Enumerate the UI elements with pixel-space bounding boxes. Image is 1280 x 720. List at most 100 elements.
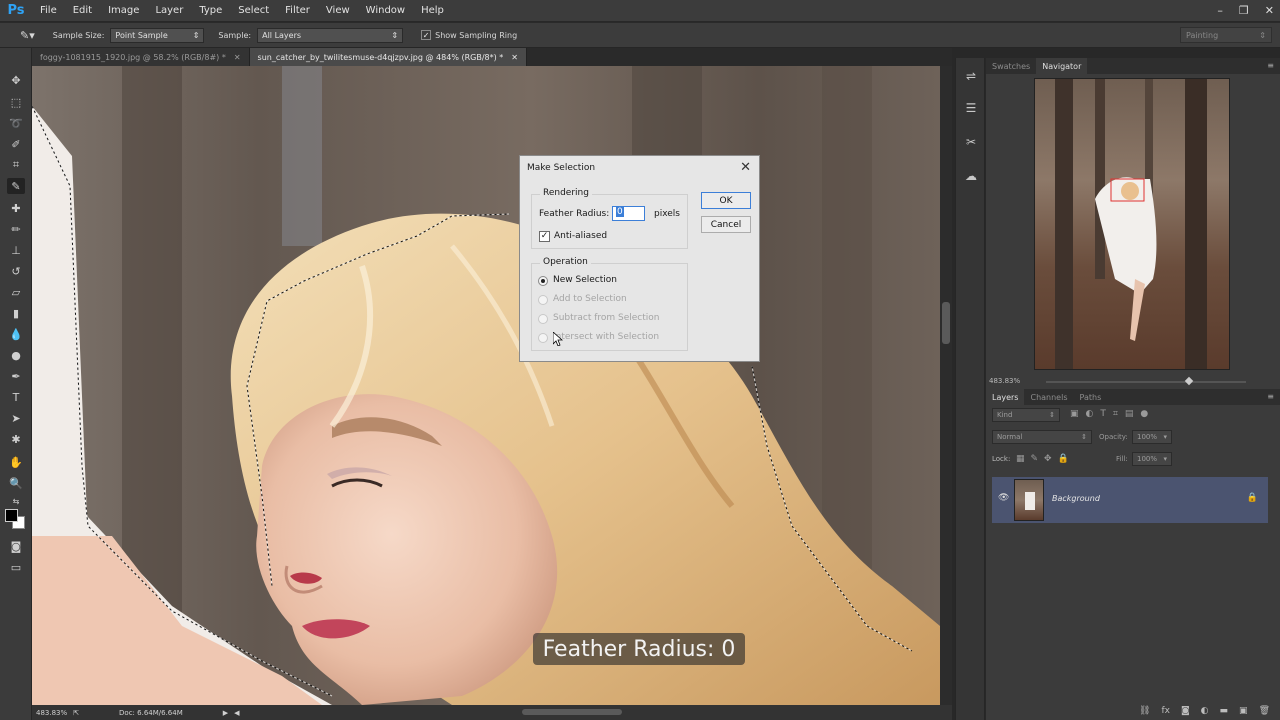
anti-aliased-checkbox[interactable]: ✓ [539,231,550,242]
zoom-tool-icon[interactable]: 🔍 [7,475,25,491]
menu-file[interactable]: File [32,5,65,16]
path-selection-tool-icon[interactable]: ➤ [7,410,25,426]
subtract-from-selection-radio[interactable] [538,314,548,324]
show-sampling-ring-checkbox[interactable]: ✓ [421,30,432,40]
menu-edit[interactable]: Edit [65,5,100,16]
menu-help[interactable]: Help [413,5,452,16]
workspace-switcher[interactable]: Painting ⇕ [1180,27,1272,43]
add-to-selection-radio[interactable] [538,295,548,305]
screen-mode-icon[interactable]: ▭ [7,559,25,575]
menu-filter[interactable]: Filter [277,5,318,16]
eyedropper-tool-preset-icon[interactable]: ✎▾ [20,29,35,42]
vertical-scrollbar[interactable] [940,66,952,705]
foreground-color-swatch[interactable] [5,509,18,522]
new-group-icon[interactable]: ▬ [1220,706,1229,720]
hand-tool-icon[interactable]: ✋ [7,454,25,470]
blend-mode-select[interactable]: Normal ⇕ [992,430,1092,444]
doc-size[interactable]: Doc: 6.64M/6.64M [119,709,183,717]
navigator-tabs: Swatches Navigator ≡ [986,58,1280,74]
zoom-readout[interactable]: 483.83% [36,709,67,717]
menu-window[interactable]: Window [358,5,413,16]
navigator-zoom-slider[interactable] [1046,376,1246,386]
tab-foggy[interactable]: foggy-1081915_1920.jpg @ 58.2% (RGB/8#) … [32,48,250,66]
menu-image[interactable]: Image [100,5,147,16]
layer-row-background[interactable]: 👁 Background 🔒 [992,477,1268,523]
horizontal-scrollbar-thumb[interactable] [522,709,622,715]
adjustment-layer-icon[interactable]: ◐ [1201,706,1209,720]
rendering-title: Rendering [540,188,592,198]
panel-menu-icon[interactable]: ≡ [1267,392,1274,401]
marquee-tool-icon[interactable]: ⬚ [7,94,25,110]
document-canvas[interactable]: Feather Radius: 0 [32,66,940,705]
navigator-preview[interactable] [1034,78,1230,370]
clone-stamp-tool-icon[interactable]: ⊥ [7,242,25,258]
tab-swatches[interactable]: Swatches [986,58,1036,74]
quick-selection-tool-icon[interactable]: ✐ [7,136,25,152]
export-icon[interactable]: ⇱ [73,709,79,717]
crop-tool-icon[interactable]: ⌗ [7,157,25,173]
new-layer-icon[interactable]: ▣ [1239,706,1248,720]
dodge-tool-icon[interactable]: ● [7,347,25,363]
delete-layer-icon[interactable]: 🗑 [1259,706,1270,720]
restore-button[interactable]: ❐ [1239,4,1249,17]
status-menu-arrow-icon[interactable]: ▶ [223,709,228,717]
sample-select[interactable]: All Layers ⇕ [257,27,404,43]
new-selection-radio[interactable] [538,276,548,286]
eyedropper-tool-icon[interactable]: ✎ [7,178,25,194]
scrollbar-thumb[interactable] [942,302,950,344]
lasso-tool-icon[interactable]: ➰ [7,115,25,131]
fill-input[interactable]: 100% ▾ [1132,452,1172,466]
add-mask-icon[interactable]: ◙ [1181,706,1190,720]
layer-filter-select[interactable]: Kind ⇕ [992,408,1060,422]
tool-presets-icon[interactable]: ✂ [963,134,979,150]
opacity-input[interactable]: 100% ▾ [1132,430,1172,444]
gradient-tool-icon[interactable]: ▮ [7,305,25,321]
ok-button[interactable]: OK [701,192,751,209]
history-brush-tool-icon[interactable]: ↺ [7,263,25,279]
libraries-panel-icon[interactable]: ☁ [963,168,979,184]
lock-icons[interactable]: ▦✎✥🔒 [1016,454,1075,464]
navigator-zoom[interactable]: 483.83% [989,377,1020,385]
type-tool-icon[interactable]: T [7,389,25,405]
menu-type[interactable]: Type [191,5,230,16]
tab-channels[interactable]: Channels [1024,389,1073,405]
pen-tool-icon[interactable]: ✒ [7,368,25,384]
link-layers-icon[interactable]: ⛓ [1139,706,1150,720]
close-tab-icon[interactable]: ✕ [511,53,518,62]
close-tab-icon[interactable]: ✕ [234,53,241,62]
menu-view[interactable]: View [318,5,358,16]
zoom-slider-handle[interactable] [1184,376,1194,386]
layer-name[interactable]: Background [1052,494,1100,503]
menu-select[interactable]: Select [230,5,277,16]
sample-size-label: Sample Size: [52,30,105,40]
feather-radius-input[interactable]: 0 [612,206,645,221]
close-icon[interactable]: ✕ [740,160,751,175]
tab-navigator[interactable]: Navigator [1036,58,1088,74]
shape-tool-icon[interactable]: ✱ [7,431,25,447]
blur-tool-icon[interactable]: 💧 [7,326,25,342]
close-window-button[interactable]: ✕ [1265,4,1274,17]
tab-sun-catcher[interactable]: sun_catcher_by_twilitesmuse-d4qjzpv.jpg … [249,48,527,66]
tab-paths[interactable]: Paths [1074,389,1108,405]
tab-layers[interactable]: Layers [986,389,1025,405]
scroll-left-icon[interactable]: ◀ [234,709,239,717]
panel-menu-icon[interactable]: ≡ [1267,61,1274,70]
layer-filter-icons[interactable]: ▣◐T⌗▤● [1070,409,1155,419]
swap-colors-icon[interactable]: ⇆ [7,493,25,509]
brush-tool-icon[interactable]: ✏ [7,221,25,237]
eye-icon[interactable]: 👁 [998,493,1009,503]
properties-panel-icon[interactable]: ☰ [963,100,979,116]
caption-text: Feather Radius: 0 [542,636,736,662]
eraser-tool-icon[interactable]: ▱ [7,284,25,300]
healing-brush-tool-icon[interactable]: ✚ [7,200,25,216]
move-tool-icon[interactable]: ✥ [7,72,25,88]
quick-mask-icon[interactable]: ◙ [7,538,25,554]
menu-layer[interactable]: Layer [147,5,191,16]
history-panel-icon[interactable]: ⇌ [963,68,979,84]
sample-size-select[interactable]: Point Sample ⇕ [110,27,205,43]
minimize-button[interactable]: – [1217,4,1223,17]
anti-aliased-label: Anti-aliased [554,231,608,241]
layer-style-icon[interactable]: fx [1161,706,1170,720]
cancel-button[interactable]: Cancel [701,216,751,233]
intersect-with-selection-radio[interactable] [538,333,548,343]
